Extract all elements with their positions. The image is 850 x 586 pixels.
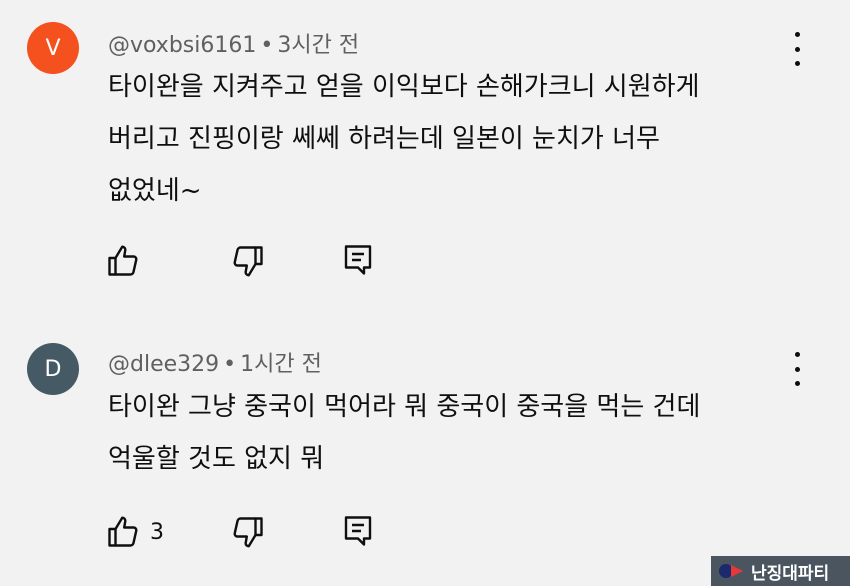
avatar[interactable]: V	[27, 22, 79, 74]
comment-line: 타이완 그냥 중국이 먹어라 뭐 중국이 중국을 먹는 건데	[108, 392, 701, 422]
dislike-button[interactable]	[230, 243, 270, 283]
comment-text: 타이완을 지켜주고 얻을 이익보다 손해가크니 시원하게 버리고 진핑이랑 쎄쎄…	[108, 61, 788, 217]
comment-meta: @voxbsi6161 • 3시간 전	[108, 27, 359, 59]
comment-time[interactable]: 3시간 전	[277, 33, 359, 58]
avatar[interactable]: D	[27, 343, 79, 395]
like-button[interactable]	[105, 514, 145, 554]
avatar-letter: V	[45, 35, 61, 61]
site-watermark: 난징대파티	[711, 556, 850, 586]
avatar-letter: D	[44, 356, 62, 382]
watermark-text: 난징대파티	[751, 563, 830, 584]
comment-line: 타이완을 지켜주고 얻을 이익보다 손해가크니 시원하게	[108, 72, 700, 102]
reply-icon	[344, 245, 372, 275]
reply-button[interactable]	[340, 513, 380, 553]
comment-line: 억울할 것도 없지 뭐	[108, 444, 325, 474]
dislike-icon	[233, 246, 263, 277]
more-icon	[794, 32, 800, 37]
meta-separator: •	[260, 33, 274, 58]
dislike-button[interactable]	[230, 514, 270, 554]
like-count: 3	[150, 520, 164, 545]
comment-text: 타이완 그냥 중국이 먹어라 뭐 중국이 중국을 먹는 건데 억울할 것도 없지…	[108, 381, 788, 485]
more-icon	[794, 352, 800, 357]
like-button[interactable]	[105, 243, 145, 283]
watermark-logo-icon	[719, 564, 743, 578]
like-icon	[108, 245, 138, 276]
comment-line: 버리고 진핑이랑 쎄쎄 하려는데 일본이 눈치가 너무	[108, 124, 660, 154]
author-name[interactable]: @dlee329	[108, 352, 219, 377]
reply-button[interactable]	[340, 242, 380, 282]
comment-line: 없었네~	[108, 176, 202, 206]
author-name[interactable]: @voxbsi6161	[108, 33, 256, 58]
more-options-button[interactable]	[786, 32, 808, 66]
dislike-icon	[233, 517, 263, 548]
like-icon	[108, 516, 138, 547]
meta-separator: •	[223, 352, 237, 377]
reply-icon	[344, 516, 372, 546]
comment-time[interactable]: 1시간 전	[240, 352, 322, 377]
more-options-button[interactable]	[786, 352, 808, 386]
comment-meta: @dlee329 • 1시간 전	[108, 346, 322, 378]
